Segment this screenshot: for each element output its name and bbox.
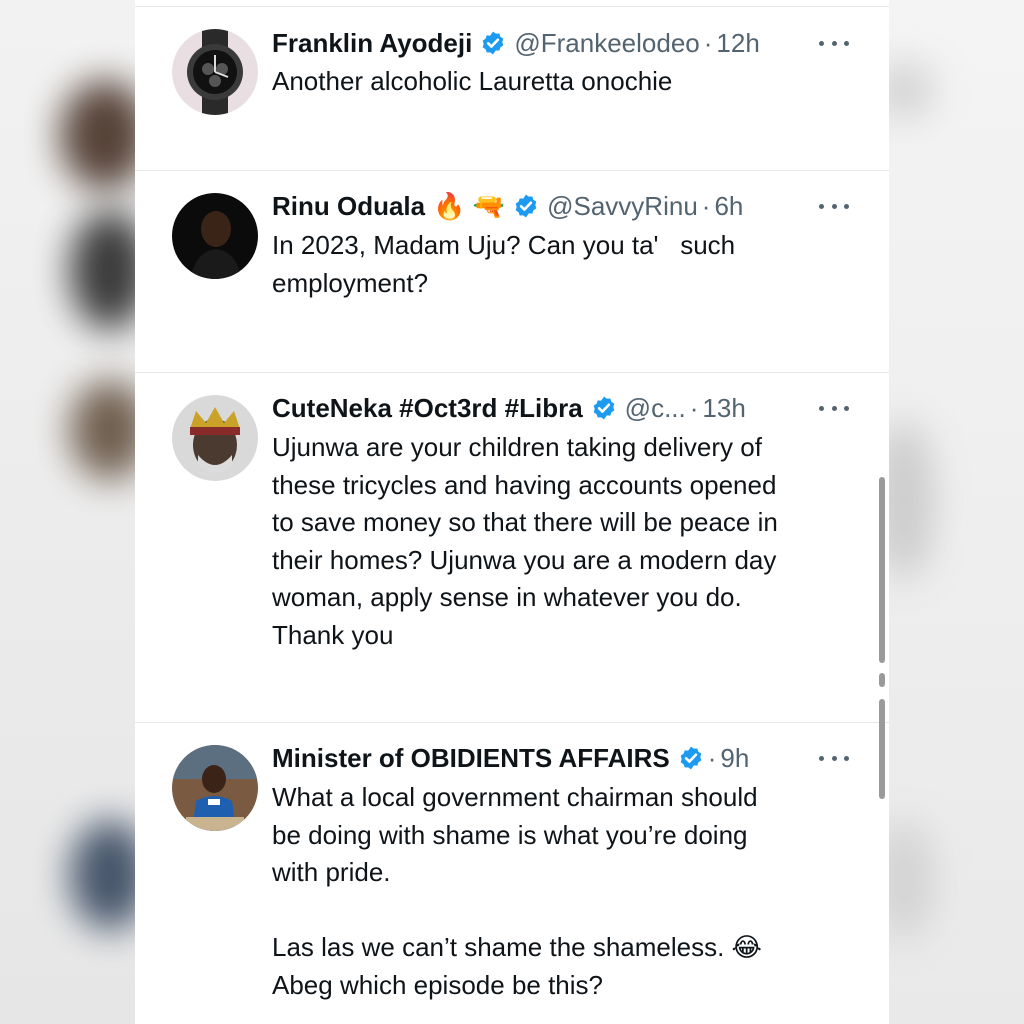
avatar[interactable] bbox=[172, 745, 258, 831]
timestamp[interactable]: 12h bbox=[716, 28, 759, 59]
scrollbar-segment bbox=[879, 673, 885, 687]
blur-blob bbox=[884, 60, 934, 120]
tweet-item[interactable]: Rinu Oduala 🔥 🔫 @SavvyRinu · 6h In 2023,… bbox=[135, 170, 889, 373]
separator: · bbox=[703, 27, 713, 58]
separator: · bbox=[701, 190, 711, 221]
tweet-text: Ujunwa are your children taking delivery… bbox=[272, 432, 778, 650]
tweet-header: Franklin Ayodeji @Frankeelodeo · 12h bbox=[272, 27, 760, 59]
avatar[interactable] bbox=[172, 193, 258, 279]
separator: · bbox=[707, 742, 717, 773]
tweet-text: In 2023, Madam Uju? Can you ta' such emp… bbox=[272, 230, 736, 298]
display-name[interactable]: Franklin Ayodeji bbox=[272, 28, 472, 59]
blur-blob bbox=[60, 80, 140, 190]
more-options-icon[interactable] bbox=[819, 748, 849, 768]
more-options-icon[interactable] bbox=[819, 398, 849, 418]
blur-blob bbox=[70, 380, 140, 480]
display-name[interactable]: CuteNeka #Oct3rd #Libra bbox=[272, 393, 583, 424]
more-options-icon[interactable] bbox=[819, 196, 849, 216]
tweet-item[interactable]: Franklin Ayodeji @Frankeelodeo · 12h Ano… bbox=[135, 6, 889, 171]
portrait-icon bbox=[172, 193, 258, 279]
blur-blob bbox=[70, 210, 140, 330]
timestamp[interactable]: 9h bbox=[720, 743, 749, 774]
right-backdrop bbox=[884, 0, 1024, 1024]
tweet-text: Another alcoholic Lauretta onochie bbox=[272, 66, 673, 96]
tweet-header: Rinu Oduala 🔥 🔫 @SavvyRinu · 6h bbox=[272, 190, 743, 222]
verified-badge-icon bbox=[680, 746, 702, 770]
timestamp[interactable]: 13h bbox=[702, 393, 745, 424]
blur-blob bbox=[884, 820, 934, 940]
display-name[interactable]: Minister of OBIDIENTS AFFAIRS bbox=[272, 743, 670, 774]
handle[interactable]: @c... bbox=[625, 393, 686, 424]
tweet-header: Minister of OBIDIENTS AFFAIRS · 9h bbox=[272, 742, 749, 774]
tweet-item[interactable]: Minister of OBIDIENTS AFFAIRS · 9h What … bbox=[135, 699, 889, 1024]
left-backdrop bbox=[0, 0, 140, 1024]
tweet-item[interactable]: CuteNeka #Oct3rd #Libra @c... · 13h Ujun… bbox=[135, 372, 889, 723]
avatar[interactable] bbox=[172, 29, 258, 115]
more-options-icon[interactable] bbox=[819, 33, 849, 53]
name-emojis: 🔥 🔫 bbox=[433, 190, 506, 221]
child-photo-icon bbox=[172, 745, 258, 831]
tweet-thread-panel: Franklin Ayodeji @Frankeelodeo · 12h Ano… bbox=[135, 0, 889, 1024]
crowned-man-icon bbox=[172, 395, 258, 481]
blur-blob bbox=[70, 820, 140, 930]
timestamp[interactable]: 6h bbox=[714, 191, 743, 222]
verified-badge-icon bbox=[483, 31, 504, 55]
handle[interactable]: @SavvyRinu bbox=[547, 191, 698, 222]
verified-badge-icon bbox=[515, 194, 537, 218]
scrollbar[interactable] bbox=[879, 477, 885, 663]
avatar[interactable] bbox=[172, 395, 258, 481]
blur-blob bbox=[884, 420, 934, 580]
scrollbar-segment bbox=[879, 699, 885, 799]
display-name[interactable]: Rinu Oduala bbox=[272, 191, 425, 222]
handle[interactable]: @Frankeelodeo bbox=[514, 28, 699, 59]
tweet-header: CuteNeka #Oct3rd #Libra @c... · 13h bbox=[272, 392, 746, 424]
verified-badge-icon bbox=[593, 396, 614, 420]
tweet-text: What a local government chairman should … bbox=[272, 782, 762, 1000]
wristwatch-icon bbox=[172, 29, 258, 115]
separator: · bbox=[689, 392, 699, 423]
